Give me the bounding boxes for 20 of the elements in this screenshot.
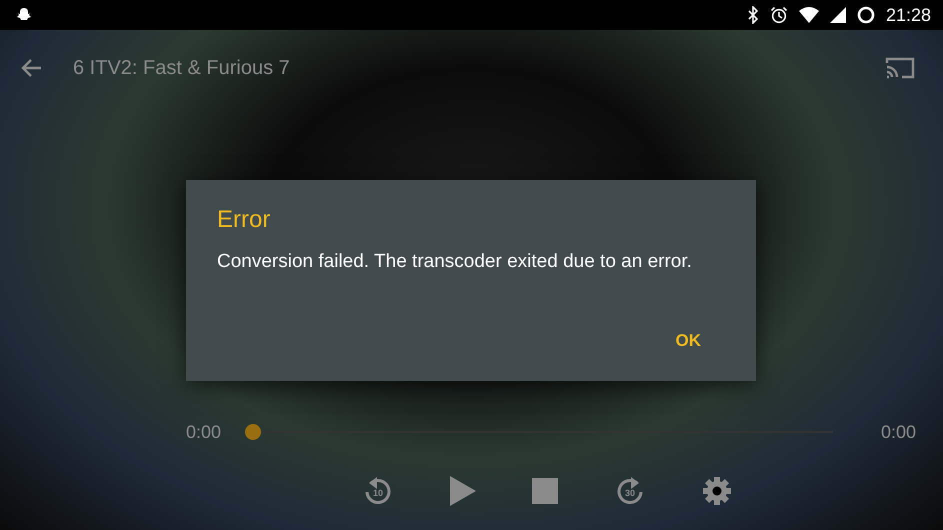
dialog-message: Conversion failed. The transcoder exited due to an error. (217, 251, 693, 273)
cast-icon[interactable] (885, 56, 915, 80)
bluetooth-icon (746, 6, 759, 24)
alarm-clock-icon (770, 6, 788, 24)
signal-icon (830, 7, 846, 23)
play-icon[interactable] (450, 476, 476, 506)
wifi-icon (798, 7, 819, 23)
dialog-title: Error (217, 206, 272, 234)
loading-ring-icon (856, 6, 875, 24)
ghost-icon (16, 7, 32, 23)
seek-thumb[interactable] (245, 424, 262, 440)
duration-time: 0:00 (880, 422, 916, 442)
back-arrow-icon[interactable] (20, 58, 42, 78)
seconds-label: 10 (372, 488, 382, 498)
settings-icon[interactable] (702, 476, 732, 506)
seconds-label: 30 (624, 488, 634, 498)
video-title: 6 ITV2: Fast & Furious 7 (73, 56, 290, 80)
elapsed-time: 0:00 (186, 422, 222, 442)
ok-button[interactable]: OK (652, 323, 725, 359)
clock-time: 21:28 (886, 4, 931, 26)
